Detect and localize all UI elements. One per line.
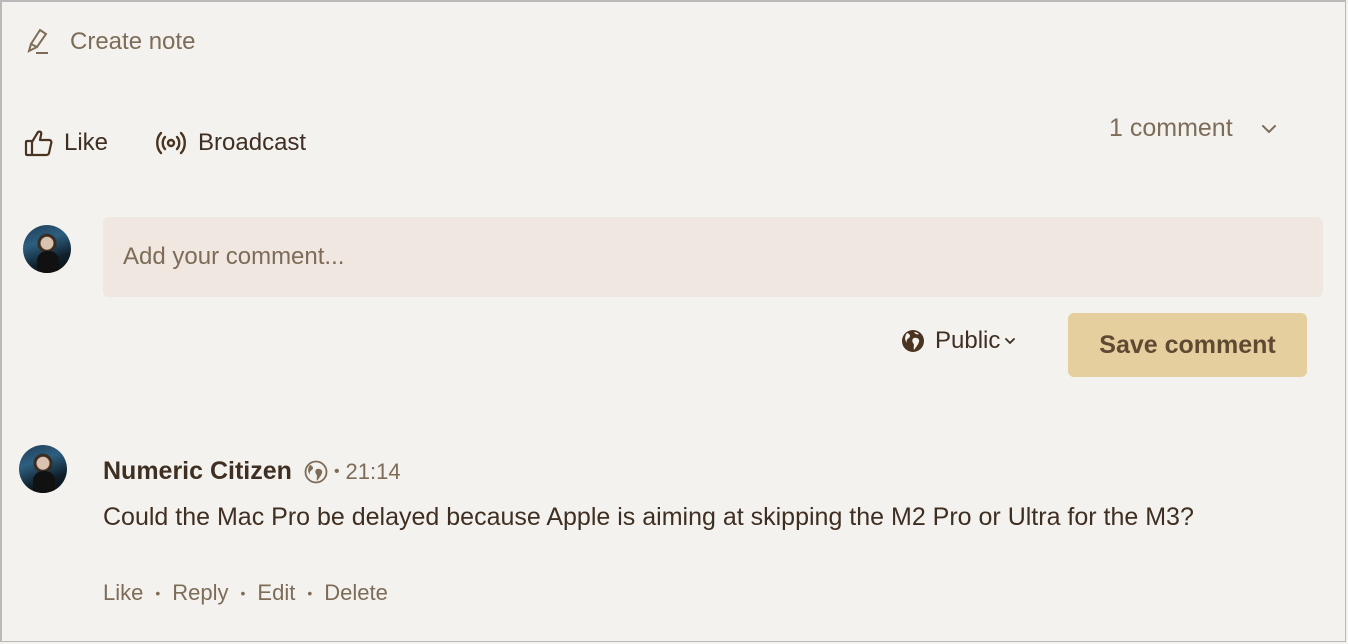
thumbs-up-icon	[24, 130, 53, 157]
comment-header: Numeric Citizen • 21:14	[103, 457, 401, 486]
header-separator: •	[333, 462, 340, 480]
comments-toggle[interactable]: 1 comment	[1109, 114, 1277, 143]
broadcast-button[interactable]: Broadcast	[154, 129, 306, 157]
comment-count-label: 1 comment	[1109, 114, 1233, 142]
action-separator: •	[155, 585, 161, 601]
save-comment-button[interactable]: Save comment	[1068, 313, 1307, 377]
visibility-dropdown[interactable]: Public	[901, 327, 1016, 355]
chevron-down-icon	[1005, 338, 1016, 345]
current-user-avatar	[23, 225, 71, 273]
visibility-label: Public	[935, 327, 1001, 354]
create-note-label: Create note	[70, 28, 196, 55]
comment-actions: Like • Reply • Edit • Delete	[103, 580, 388, 606]
globe-icon	[304, 460, 328, 483]
comment-author[interactable]: Numeric Citizen	[103, 457, 292, 486]
action-separator: •	[307, 585, 313, 601]
comment-input[interactable]	[103, 217, 1323, 297]
globe-icon	[902, 330, 924, 352]
comment-author-avatar[interactable]	[19, 445, 67, 493]
like-button[interactable]: Like	[24, 128, 108, 158]
comment-time[interactable]: 21:14	[346, 459, 401, 485]
comment-like-link[interactable]: Like	[103, 580, 143, 606]
broadcast-label: Broadcast	[198, 129, 307, 156]
comment-text: Could the Mac Pro be delayed because App…	[103, 503, 1194, 531]
comment-delete-link[interactable]: Delete	[324, 580, 388, 606]
create-note-button[interactable]: Create note	[24, 27, 195, 57]
comment-reply-link[interactable]: Reply	[172, 580, 228, 606]
highlighter-pen-icon	[27, 28, 48, 54]
post-actions: Like Broadcast	[24, 128, 352, 158]
broadcast-icon	[156, 131, 186, 155]
comment-edit-link[interactable]: Edit	[257, 580, 295, 606]
like-label: Like	[64, 129, 109, 156]
action-separator: •	[240, 585, 246, 601]
chevron-down-icon	[1261, 124, 1276, 133]
